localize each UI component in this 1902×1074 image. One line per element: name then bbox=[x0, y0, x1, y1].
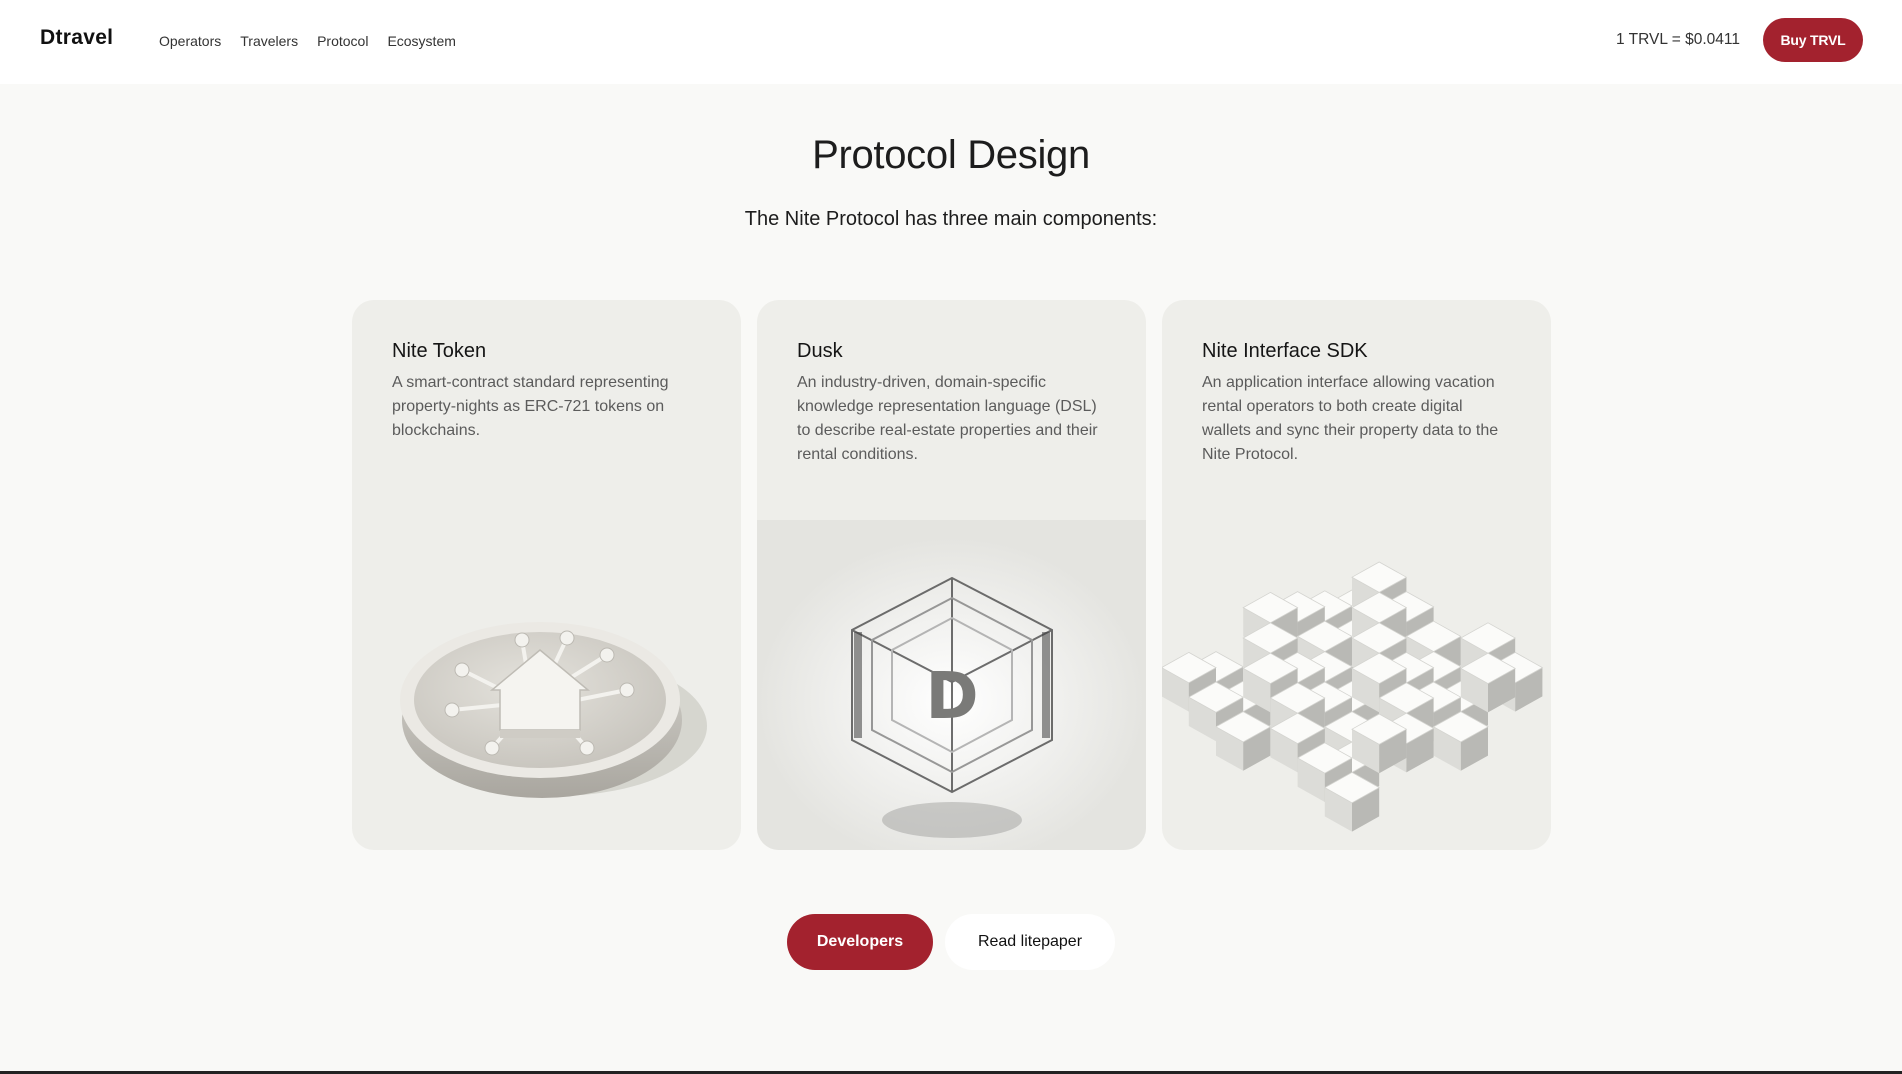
read-litepaper-button[interactable]: Read litepaper bbox=[945, 914, 1115, 970]
card-description: An industry-driven, domain-specific know… bbox=[797, 374, 1098, 463]
main-nav: Operators Travelers Protocol Ecosystem bbox=[159, 33, 475, 49]
token-price: 1 TRVL = $0.0411 bbox=[1616, 31, 1740, 48]
nav-item-travelers[interactable]: Travelers bbox=[240, 33, 298, 49]
card-nite-token: Nite Token A smart-contract standard rep… bbox=[352, 300, 741, 850]
buy-trvl-button[interactable]: Buy TRVL bbox=[1763, 18, 1863, 62]
dtravel-logo[interactable]: Dtravel bbox=[40, 26, 113, 50]
card-description: An application interface allowing vacati… bbox=[1202, 374, 1499, 463]
cube-grid-illustration bbox=[1162, 561, 1544, 832]
developers-button[interactable]: Developers bbox=[787, 914, 933, 970]
svg-text:D: D bbox=[925, 660, 978, 734]
card-nite-interface-sdk: Nite Interface SDK An application interf… bbox=[1162, 300, 1551, 850]
card-title: Nite Interface SDK bbox=[1202, 340, 1368, 362]
nav-item-operators[interactable]: Operators bbox=[159, 33, 221, 49]
top-navigation-bar: Dtravel Operators Travelers Protocol Eco… bbox=[0, 0, 1902, 84]
glass-cube-d-illustration: D bbox=[757, 520, 1146, 850]
nav-item-protocol[interactable]: Protocol bbox=[317, 33, 368, 49]
nav-item-ecosystem[interactable]: Ecosystem bbox=[387, 33, 455, 49]
card-dusk: Dusk An industry-driven, domain-specific… bbox=[757, 300, 1146, 850]
section-title: Protocol Design bbox=[812, 133, 1090, 177]
actions-row: Developers Read litepaper bbox=[0, 914, 1902, 970]
section-subtitle: The Nite Protocol has three main compone… bbox=[744, 208, 1158, 230]
card-title: Dusk bbox=[797, 340, 843, 362]
card-title: Nite Token bbox=[392, 340, 487, 362]
card-description: A smart-contract standard representing p… bbox=[392, 374, 669, 439]
house-coin-illustration bbox=[400, 622, 707, 798]
